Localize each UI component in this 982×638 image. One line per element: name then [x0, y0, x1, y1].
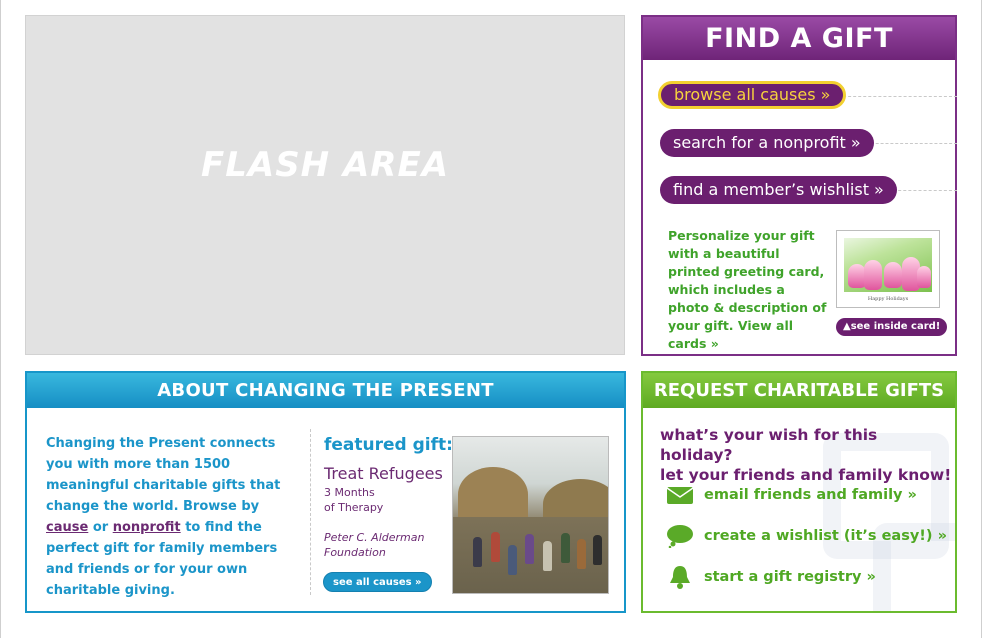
- bell-icon: [666, 565, 694, 589]
- tulip-photo: [844, 238, 932, 292]
- browse-all-causes-button[interactable]: browse all causes »: [658, 81, 847, 109]
- request-gifts-panel: REQUEST CHARITABLE GIFTS what’s your wis…: [641, 371, 957, 613]
- create-wishlist-link[interactable]: create a wishlist (it’s easy!) »: [704, 528, 947, 544]
- about-text-part: Changing the Present connects you with m…: [46, 436, 281, 514]
- greeting-card-thumbnail[interactable]: Happy Holidays: [836, 230, 940, 308]
- featured-gift-detail-line: 3 Months: [324, 486, 375, 499]
- flash-area: FLASH AREA: [25, 15, 625, 355]
- about-panel: ABOUT CHANGING THE PRESENT Changing the …: [25, 371, 626, 613]
- see-all-causes-button[interactable]: see all causes »: [323, 572, 432, 592]
- find-a-gift-title: FIND A GIFT: [643, 17, 955, 60]
- featured-gift-organization: Peter C. Alderman Foundation: [324, 530, 434, 560]
- about-text-part: or: [92, 520, 109, 535]
- request-gifts-title: REQUEST CHARITABLE GIFTS: [643, 373, 955, 408]
- email-friends-item[interactable]: email friends and family »: [666, 483, 917, 507]
- divider: [861, 143, 957, 144]
- envelope-icon: [666, 483, 694, 507]
- see-inside-card-button[interactable]: ▲see inside card!: [836, 318, 948, 336]
- featured-gift-label: featured gift:: [324, 435, 453, 455]
- find-a-gift-panel: FIND A GIFT browse all causes » search f…: [641, 15, 957, 356]
- about-title: ABOUT CHANGING THE PRESENT: [27, 373, 624, 408]
- organization-line: Foundation: [324, 546, 386, 559]
- organization-line: Peter C. Alderman: [324, 531, 425, 544]
- refugee-children-photo[interactable]: [452, 436, 609, 594]
- divider: [833, 96, 957, 97]
- cause-link[interactable]: cause: [46, 520, 88, 535]
- request-question-line: what’s your wish for this holiday?: [660, 426, 878, 464]
- greeting-card-description: Personalize your gift with a beautiful p…: [668, 227, 828, 353]
- featured-gift-detail: 3 Months of Therapy: [324, 485, 434, 515]
- gift-registry-link[interactable]: start a gift registry »: [704, 569, 876, 585]
- about-description: Changing the Present connects you with m…: [46, 433, 301, 601]
- flash-area-label: FLASH AREA: [200, 145, 450, 185]
- request-question-line: let your friends and family know!: [660, 466, 952, 484]
- speech-bubble-icon: [666, 524, 694, 548]
- divider: [310, 429, 311, 595]
- request-question: what’s your wish for this holiday? let y…: [660, 425, 955, 485]
- page-border-left: [0, 0, 1, 638]
- search-nonprofit-button[interactable]: search for a nonprofit »: [660, 129, 874, 157]
- featured-gift-detail-line: of Therapy: [324, 501, 384, 514]
- featured-gift-name[interactable]: Treat Refugees: [324, 464, 443, 483]
- create-wishlist-item[interactable]: create a wishlist (it’s easy!) »: [666, 524, 947, 548]
- nonprofit-link[interactable]: nonprofit: [113, 520, 181, 535]
- gift-registry-item[interactable]: start a gift registry »: [666, 565, 876, 589]
- card-caption: Happy Holidays: [867, 296, 909, 302]
- email-friends-link[interactable]: email friends and family »: [704, 487, 917, 503]
- find-member-wishlist-button[interactable]: find a member’s wishlist »: [660, 176, 897, 204]
